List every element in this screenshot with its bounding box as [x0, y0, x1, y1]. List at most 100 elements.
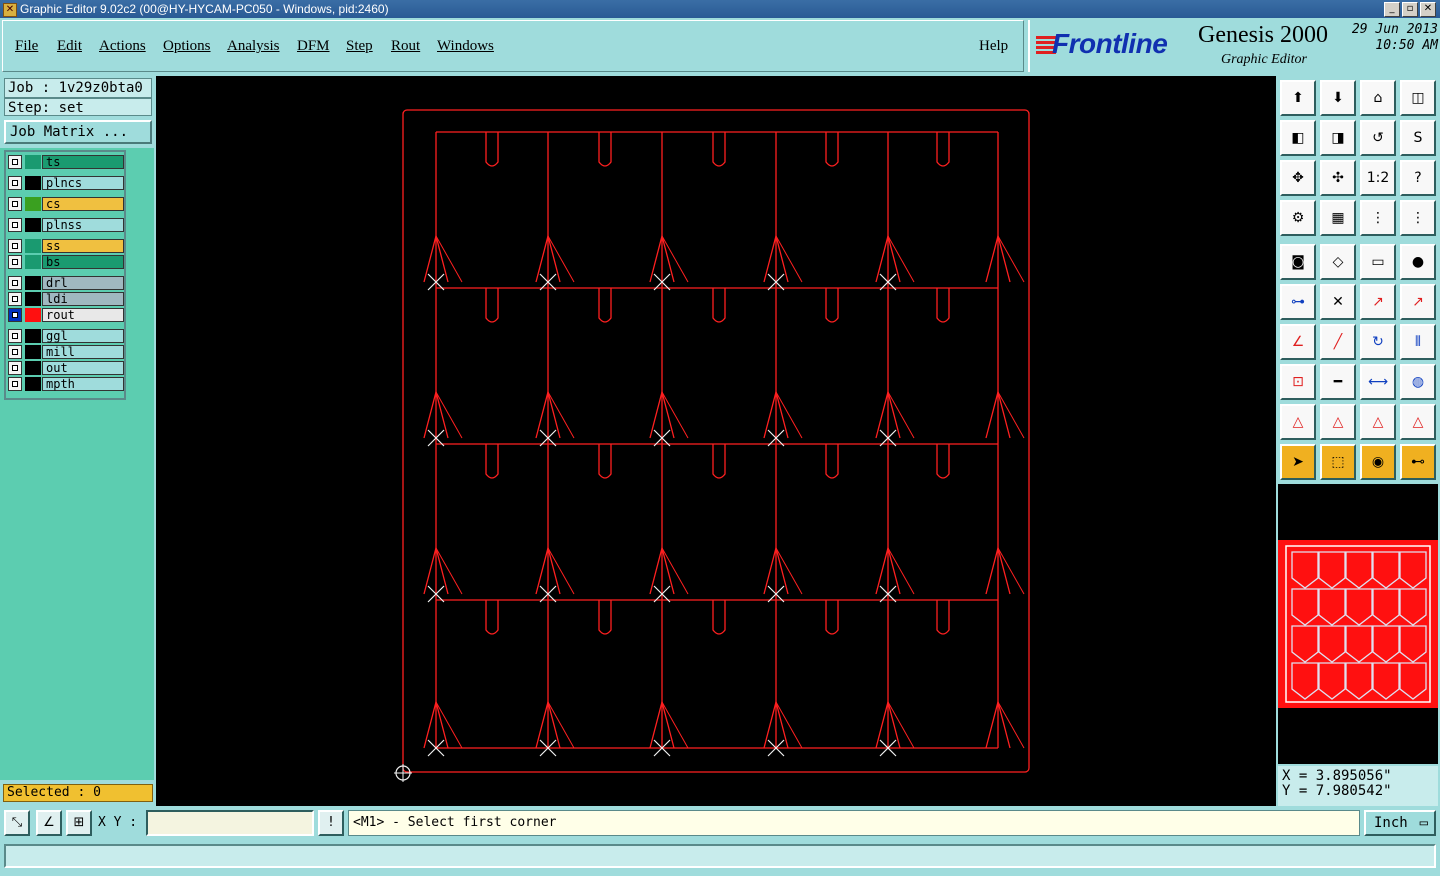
nodes-icon[interactable]: ⊶	[1280, 284, 1316, 320]
layer-checkbox[interactable]	[8, 276, 22, 290]
tri-b-icon[interactable]: △	[1320, 404, 1356, 440]
step-icon[interactable]: S	[1400, 120, 1436, 156]
unit-select[interactable]: Inch ▭	[1364, 810, 1436, 836]
layer-checkbox[interactable]	[8, 308, 22, 322]
pointer-box-icon[interactable]: ⬚	[1320, 444, 1356, 480]
layer-row-mill[interactable]: mill	[8, 345, 126, 359]
menu-help[interactable]: Help	[979, 38, 1008, 55]
layer-row-bs[interactable]: bs	[8, 255, 126, 269]
layer-name[interactable]: bs	[42, 255, 124, 269]
snap-b-icon[interactable]: ⋮	[1400, 200, 1436, 236]
menu-rout[interactable]: Rout	[391, 38, 420, 54]
layer-name[interactable]: out	[42, 361, 124, 375]
snap-a-icon[interactable]: ⋮	[1360, 200, 1396, 236]
shapes-icon[interactable]: ◍	[1400, 364, 1436, 400]
layer-row-plnss[interactable]: plnss	[8, 218, 126, 232]
panel-icon[interactable]: ◫	[1400, 80, 1436, 116]
menu-windows[interactable]: Windows	[437, 38, 494, 54]
layer-row-cs[interactable]: cs	[8, 197, 126, 211]
menu-dfm[interactable]: DFM	[297, 38, 330, 54]
arc-icon[interactable]: ↻	[1360, 324, 1396, 360]
layer-row-ts[interactable]: ts	[8, 155, 126, 169]
minimize-button[interactable]: _	[1384, 2, 1400, 17]
menu-options[interactable]: Options	[163, 38, 211, 54]
arrow-red-icon[interactable]: ↗	[1360, 284, 1396, 320]
layer-name[interactable]: rout	[42, 308, 124, 322]
layer-checkbox[interactable]	[8, 176, 22, 190]
layer-checkbox[interactable]	[8, 377, 22, 391]
open-layer-icon[interactable]: ⬆	[1280, 80, 1316, 116]
pointer-net-icon[interactable]: ⊷	[1400, 444, 1436, 480]
layer-checkbox[interactable]	[8, 292, 22, 306]
out-icon[interactable]: ◨	[1320, 120, 1356, 156]
diag-icon[interactable]: ╱	[1320, 324, 1356, 360]
zoom-fit-icon[interactable]: ✥	[1280, 160, 1316, 196]
maximize-button[interactable]: ▫	[1402, 2, 1418, 17]
tri-a-icon[interactable]: △	[1280, 404, 1316, 440]
layer-row-drl[interactable]: drl	[8, 276, 126, 290]
layer-checkbox[interactable]	[8, 155, 22, 169]
layer-row-mpth[interactable]: mpth	[8, 377, 126, 391]
layer-name[interactable]: ss	[42, 239, 124, 253]
layer-name[interactable]: ggl	[42, 329, 124, 343]
layer-checkbox[interactable]	[8, 197, 22, 211]
layer-row-plncs[interactable]: plncs	[8, 176, 126, 190]
layer-name[interactable]: mill	[42, 345, 124, 359]
menu-analysis[interactable]: Analysis	[227, 38, 280, 54]
layer-name[interactable]: ts	[42, 155, 124, 169]
minus-icon[interactable]: ━	[1320, 364, 1356, 400]
point-icon[interactable]: ⊡	[1280, 364, 1316, 400]
pad-icon[interactable]: ◙	[1280, 244, 1316, 280]
arrow-blue-icon[interactable]: ↗	[1400, 284, 1436, 320]
layer-row-out[interactable]: out	[8, 361, 126, 375]
menu-actions[interactable]: Actions	[99, 38, 146, 54]
close-button[interactable]: ✕	[1420, 2, 1436, 17]
cross-icon[interactable]: ✕	[1320, 284, 1356, 320]
layer-checkbox[interactable]	[8, 218, 22, 232]
layer-name[interactable]: drl	[42, 276, 124, 290]
board-drawing[interactable]	[156, 76, 1276, 806]
angle-snap-icon[interactable]: ∠	[36, 810, 62, 836]
xy-input[interactable]	[146, 810, 314, 836]
snap-icon[interactable]: ⤡	[4, 810, 30, 836]
layer-name[interactable]: cs	[42, 197, 124, 211]
tri-d-icon[interactable]: △	[1400, 404, 1436, 440]
layer-checkbox[interactable]	[8, 361, 22, 375]
home-icon[interactable]: ⌂	[1360, 80, 1396, 116]
angle-icon[interactable]: ∠	[1280, 324, 1316, 360]
help-icon[interactable]: ?	[1400, 160, 1436, 196]
pointer-circle-icon[interactable]: ◉	[1360, 444, 1396, 480]
grid-snap-icon[interactable]: ⊞	[66, 810, 92, 836]
layer-name[interactable]: plncs	[42, 176, 124, 190]
grid-icon[interactable]: ▦	[1320, 200, 1356, 236]
layer-checkbox[interactable]	[8, 239, 22, 253]
layer-checkbox[interactable]	[8, 255, 22, 269]
job-matrix-button[interactable]: Job Matrix ...	[4, 120, 152, 144]
settings-icon[interactable]: ⚙	[1280, 200, 1316, 236]
save-layer-icon[interactable]: ⬇	[1320, 80, 1356, 116]
tri-c-icon[interactable]: △	[1360, 404, 1396, 440]
line-icon[interactable]: ◇	[1320, 244, 1356, 280]
layer-name[interactable]: plnss	[42, 218, 124, 232]
exclamation-button[interactable]: !	[318, 810, 344, 836]
pointer-icon[interactable]: ➤	[1280, 444, 1316, 480]
ff-icon[interactable]: ⫴	[1400, 324, 1436, 360]
scale-1-2-icon[interactable]: 1:2	[1360, 160, 1396, 196]
layer-name[interactable]: ldi	[42, 292, 124, 306]
in-icon[interactable]: ◧	[1280, 120, 1316, 156]
undo-arrow-icon[interactable]: ↺	[1360, 120, 1396, 156]
measure-icon[interactable]: ⟷	[1360, 364, 1396, 400]
layer-row-ss[interactable]: ss	[8, 239, 126, 253]
circle-icon[interactable]: ●	[1400, 244, 1436, 280]
layer-checkbox[interactable]	[8, 345, 22, 359]
layer-checkbox[interactable]	[8, 329, 22, 343]
menu-file[interactable]: File	[15, 38, 38, 54]
menu-edit[interactable]: Edit	[57, 38, 82, 54]
overview-preview[interactable]	[1278, 540, 1438, 708]
zoom-extents-icon[interactable]: ✣	[1320, 160, 1356, 196]
layer-row-ldi[interactable]: ldi	[8, 292, 126, 306]
ruler-icon[interactable]: ▭	[1360, 244, 1396, 280]
layer-row-ggl[interactable]: ggl	[8, 329, 126, 343]
layer-row-rout[interactable]: rout	[8, 308, 126, 322]
layer-name[interactable]: mpth	[42, 377, 124, 391]
